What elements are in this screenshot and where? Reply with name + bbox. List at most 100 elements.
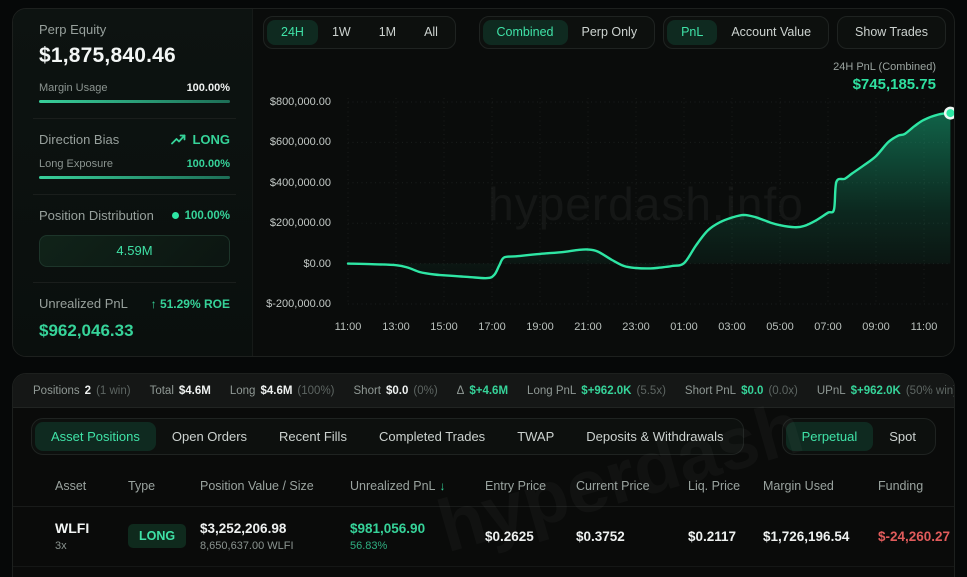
timeframe-24h[interactable]: 24H	[267, 20, 318, 45]
x-axis: 11:0013:0015:0017:0019:0021:0023:0001:00…	[253, 321, 954, 337]
unrealized-pnl-pct: 56.83%	[350, 540, 485, 552]
col-liq-price[interactable]: Liq. Price	[688, 479, 763, 493]
metric-pnl[interactable]: PnL	[667, 20, 717, 45]
y-tick-label: $800,000.00	[253, 96, 331, 108]
cell-current-price: $0.3752	[576, 529, 688, 544]
timeframe-1m[interactable]: 1M	[365, 20, 410, 45]
table-tabs-row: Asset Positions Open Orders Recent Fills…	[13, 408, 954, 463]
position-size: 8,650,637.00 WLFI	[200, 540, 350, 552]
tab-asset-positions[interactable]: Asset Positions	[35, 422, 156, 451]
margin-usage-label: Margin Usage	[39, 82, 107, 94]
stat-delta: Δ$+4.6M	[457, 385, 508, 397]
metric-account-value[interactable]: Account Value	[717, 20, 825, 45]
long-exposure-value: 100.00%	[187, 158, 230, 170]
chart-header-label: 24H PnL (Combined)	[833, 61, 936, 73]
y-tick-label: $200,000.00	[253, 217, 331, 229]
timeframe-all[interactable]: All	[410, 20, 452, 45]
roe-value: ↑ 51.29% ROE	[151, 297, 230, 311]
unrealized-pnl-value: $962,046.33	[39, 321, 230, 341]
y-tick-label: $-200,000.00	[253, 298, 331, 310]
tab-recent-fills[interactable]: Recent Fills	[263, 422, 363, 451]
col-current-price[interactable]: Current Price	[576, 479, 688, 493]
tab-open-orders[interactable]: Open Orders	[156, 422, 263, 451]
overview-card: Perp Equity $1,875,840.46 Margin Usage 1…	[12, 8, 955, 357]
market-spot[interactable]: Spot	[873, 422, 932, 451]
cell-position-value: $3,252,206.98 8,650,637.00 WLFI	[200, 521, 350, 552]
position-distribution-label: Position Distribution	[39, 208, 154, 223]
stat-total: Total$4.6M	[150, 385, 211, 397]
y-tick-label: $400,000.00	[253, 177, 331, 189]
x-tick-label: 15:00	[420, 321, 468, 333]
tab-completed-trades[interactable]: Completed Trades	[363, 422, 501, 451]
timeframe-1w[interactable]: 1W	[318, 20, 365, 45]
summary-sidebar: Perp Equity $1,875,840.46 Margin Usage 1…	[13, 9, 253, 356]
market-toggle: Perpetual Spot	[782, 418, 936, 455]
stat-long-pnl: Long PnL$+962.0K(5.5x)	[527, 385, 666, 397]
x-tick-label: 19:00	[516, 321, 564, 333]
stat-short: Short$0.0(0%)	[354, 385, 438, 397]
green-dot-icon	[172, 212, 179, 219]
col-entry-price[interactable]: Entry Price	[485, 479, 576, 493]
leverage: 3x	[55, 540, 128, 552]
mode-combined[interactable]: Combined	[483, 20, 568, 45]
chart-controls: 24H 1W 1M All Combined Perp Only PnL Acc…	[263, 16, 946, 49]
margin-usage-value: 100.00%	[187, 82, 230, 94]
stat-positions: Positions2(1 win)	[33, 385, 131, 397]
x-tick-label: 07:00	[804, 321, 852, 333]
x-tick-label: 13:00	[372, 321, 420, 333]
divider	[33, 194, 236, 195]
x-tick-label: 03:00	[708, 321, 756, 333]
x-tick-label: 23:00	[612, 321, 660, 333]
col-funding[interactable]: Funding	[878, 479, 954, 493]
timeframe-toggle: 24H 1W 1M All	[263, 16, 456, 49]
direction-bias-label: Direction Bias	[39, 132, 119, 147]
margin-usage-progressbar	[39, 100, 230, 103]
stat-upnl: UPnL$+962.0K(50% win)	[817, 385, 955, 397]
cell-entry-price: $0.2625	[485, 529, 576, 544]
long-exposure-progressbar	[39, 176, 230, 179]
table-row[interactable]: WLFI 3x LONG $3,252,206.98 8,650,637.00 …	[13, 507, 954, 567]
positions-card: hyperdash Positions2(1 win) Total$4.6M L…	[12, 373, 955, 577]
stat-short-pnl: Short PnL$0.0(0.0x)	[685, 385, 798, 397]
position-distribution-bucket[interactable]: 4.59M	[39, 235, 230, 267]
cell-unrealized-pnl: $981,056.90 56.83%	[350, 521, 485, 552]
y-tick-label: $0.00	[253, 258, 331, 270]
long-badge: LONG	[128, 524, 186, 548]
perp-equity-value: $1,875,840.46	[39, 44, 230, 68]
mode-perp-only[interactable]: Perp Only	[568, 20, 652, 45]
show-trades-button[interactable]: Show Trades	[841, 20, 942, 45]
cell-asset: WLFI 3x	[55, 520, 128, 552]
arrow-up-icon: ↑	[151, 297, 157, 311]
sort-desc-icon: ↓	[439, 479, 445, 493]
chart-header: 24H PnL (Combined) $745,185.75	[833, 61, 936, 93]
chart-panel: 24H 1W 1M All Combined Perp Only PnL Acc…	[253, 9, 954, 356]
tab-twap[interactable]: TWAP	[501, 422, 570, 451]
cell-margin-used: $1,726,196.54	[763, 529, 878, 544]
col-asset[interactable]: Asset	[55, 479, 128, 493]
positions-stats-bar: Positions2(1 win) Total$4.6M Long$4.6M(1…	[13, 374, 954, 408]
tab-deposits-withdrawals[interactable]: Deposits & Withdrawals	[570, 422, 739, 451]
stat-long: Long$4.6M(100%)	[230, 385, 335, 397]
cell-funding: $-24,260.27	[878, 529, 954, 544]
x-tick-label: 11:00	[324, 321, 372, 333]
col-unrealized-pnl[interactable]: Unrealized PnL↓	[350, 479, 485, 493]
divider	[33, 118, 236, 119]
x-tick-label: 17:00	[468, 321, 516, 333]
y-axis: $800,000.00 $600,000.00 $400,000.00 $200,00…	[253, 96, 331, 311]
x-tick-label: 01:00	[660, 321, 708, 333]
col-type[interactable]: Type	[128, 479, 200, 493]
x-tick-label: 21:00	[564, 321, 612, 333]
pnl-area-chart[interactable]	[341, 96, 951, 311]
y-tick-label: $600,000.00	[253, 136, 331, 148]
chart-header-value: $745,185.75	[833, 76, 936, 93]
divider	[33, 282, 236, 283]
metric-toggle: PnL Account Value	[663, 16, 829, 49]
cell-type: LONG	[128, 524, 200, 548]
col-position-value[interactable]: Position Value / Size	[200, 479, 350, 493]
direction-bias-value: LONG	[171, 132, 230, 147]
show-trades-group: Show Trades	[837, 16, 946, 49]
col-margin-used[interactable]: Margin Used	[763, 479, 878, 493]
market-perpetual[interactable]: Perpetual	[786, 422, 874, 451]
x-tick-label: 05:00	[756, 321, 804, 333]
perp-equity-label: Perp Equity	[39, 22, 230, 37]
